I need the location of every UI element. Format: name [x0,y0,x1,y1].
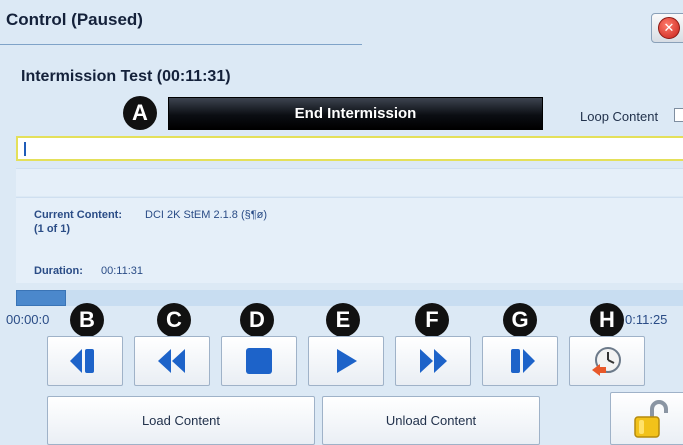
lock-button[interactable] [610,392,683,445]
progress-fill [16,290,66,306]
step-forward-icon [511,349,535,373]
step-back-icon [70,349,94,373]
content-count: (1 of 1) [34,223,71,235]
close-button[interactable]: ✕ [651,13,683,43]
time-elapsed: 00:00:0 [6,312,50,327]
marker-f: F [415,303,449,337]
content-title: Intermission Test (00:11:31) [21,68,231,85]
title-divider [0,44,362,45]
rewind-button[interactable] [134,336,210,386]
close-icon: ✕ [658,17,680,39]
fast-forward-icon [420,349,447,373]
time-total: 0:11:25 [625,312,668,327]
text-input[interactable] [16,136,683,161]
marker-c: C [157,303,191,337]
marker-h: H [590,303,624,337]
load-content-button[interactable]: Load Content [47,396,315,445]
step-forward-button[interactable] [482,336,558,386]
play-icon [337,349,357,373]
stop-icon [246,348,272,374]
empty-row [16,168,683,196]
loop-content-label: Loop Content [580,109,659,124]
rewind-icon [158,349,185,373]
unload-content-button[interactable]: Unload Content [322,396,540,445]
unlocked-padlock-icon [634,399,668,438]
text-caret [24,142,26,156]
stop-button[interactable] [221,336,297,386]
marker-g: G [503,303,537,337]
fast-forward-button[interactable] [395,336,471,386]
marker-b: B [70,303,104,337]
marker-e: E [326,303,360,337]
duration-value: 00:11:31 [101,265,144,277]
content-info-panel: Current Content: DCI 2K StEM 2.1.8 (§¶ø)… [16,197,683,283]
current-content-value: DCI 2K StEM 2.1.8 (§¶ø) [145,209,268,221]
schedule-clock-icon [592,347,621,376]
schedule-button[interactable] [569,336,645,386]
marker-d: D [240,303,274,337]
window-title: Control (Paused) [6,10,143,29]
marker-a: A [123,96,157,130]
play-button[interactable] [308,336,384,386]
loop-content-checkbox[interactable] [674,108,683,122]
duration-label: Duration: [34,265,83,277]
current-content-label: Current Content: [34,209,122,221]
end-intermission-button[interactable]: End Intermission [168,97,543,130]
step-back-button[interactable] [47,336,123,386]
